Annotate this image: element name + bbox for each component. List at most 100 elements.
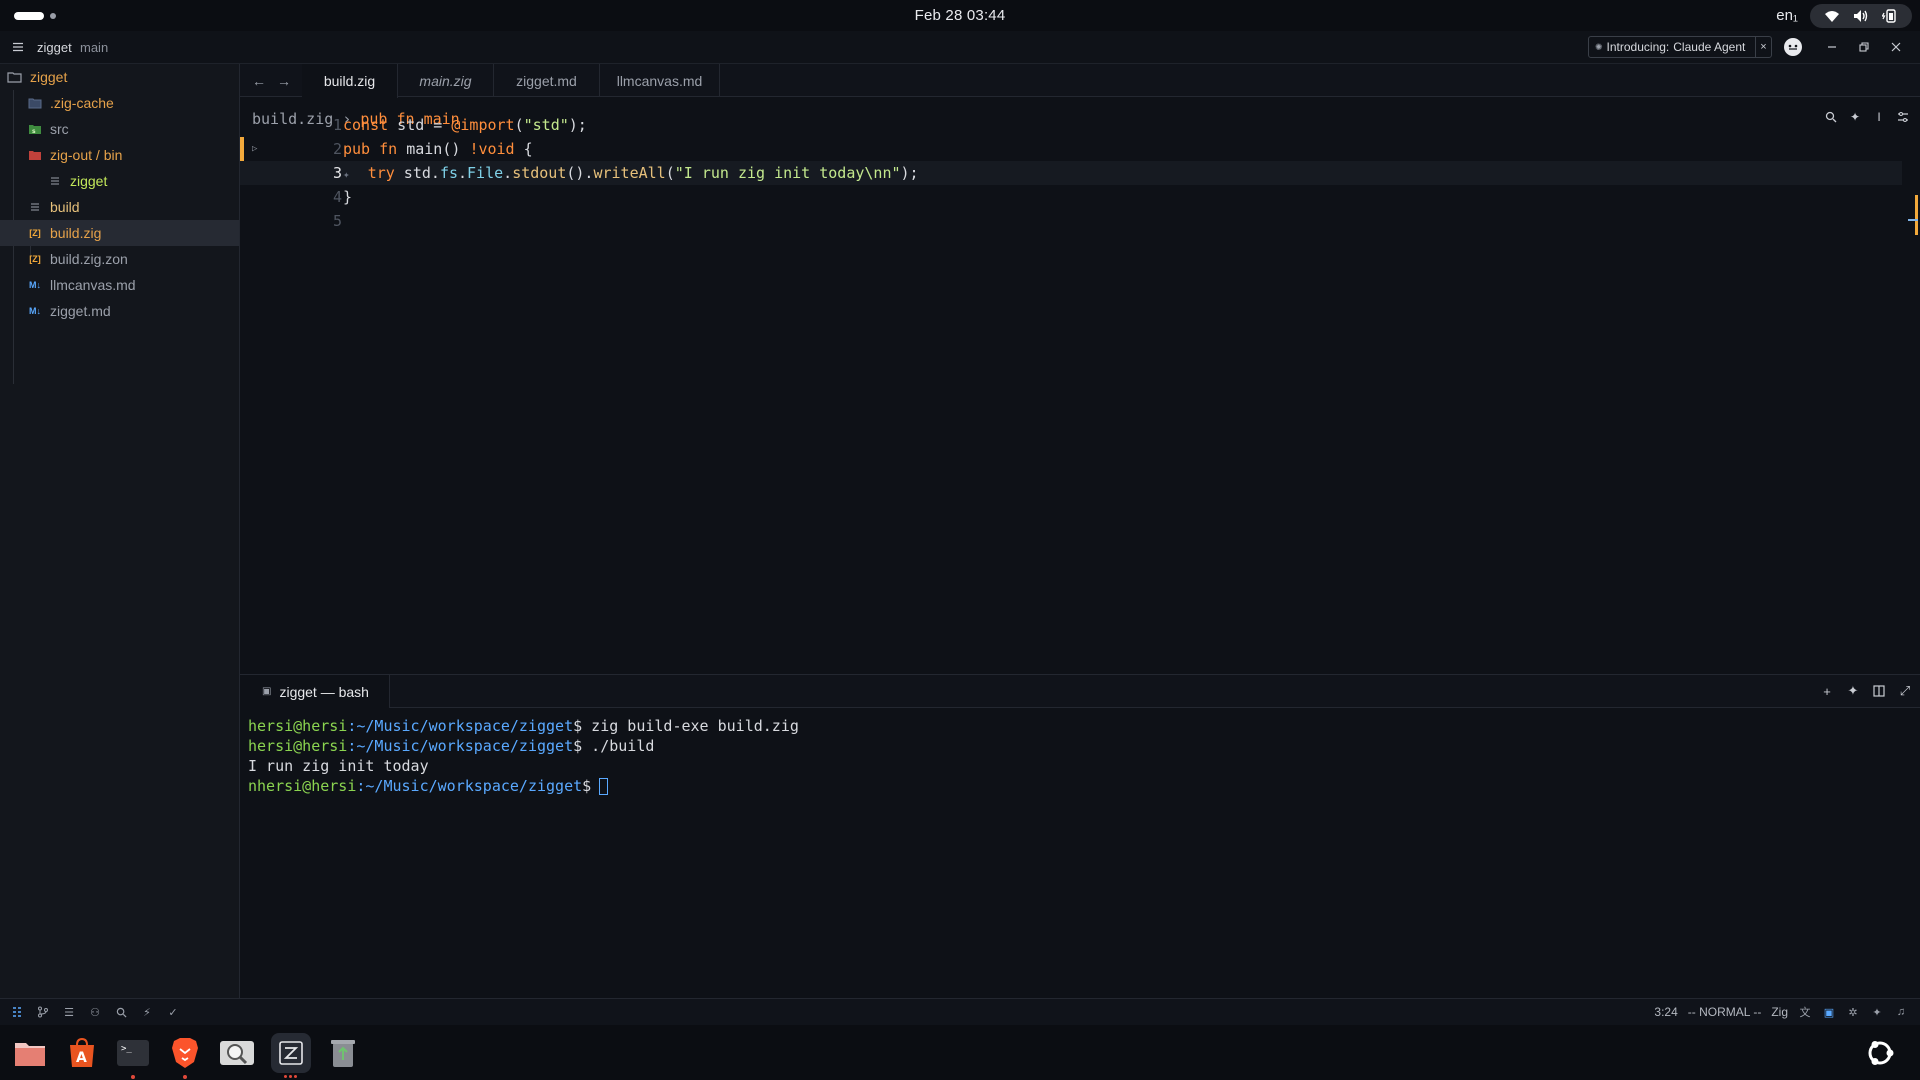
status-left-tools: ☰ ⚇ ⚡ ✓: [10, 1005, 180, 1019]
line-number: 1: [332, 116, 342, 134]
tree-item-src[interactable]: s src: [0, 116, 239, 142]
zed-editor[interactable]: [271, 1033, 311, 1078]
svg-text:A: A: [76, 1050, 87, 1066]
markdown-icon: M↓: [29, 280, 41, 290]
line-number: 2: [332, 140, 342, 158]
plus-icon[interactable]: +: [1820, 684, 1834, 699]
folder-icon: [26, 96, 44, 110]
tree-item-zig-cache[interactable]: .zig-cache: [0, 90, 239, 116]
folder-open-icon: [26, 148, 44, 162]
tree-item-zig-out-bin[interactable]: zig-out / bin: [0, 142, 239, 168]
line-number: 3: [332, 164, 342, 182]
line-number: 5: [332, 212, 342, 230]
editor-scrollbar[interactable]: [1906, 101, 1918, 659]
fold-arrow-icon[interactable]: ▷: [252, 144, 257, 154]
tree-root-zigget[interactable]: zigget: [0, 64, 239, 90]
notice-prefix: Introducing:: [1606, 40, 1670, 54]
input-language[interactable]: en₁: [1776, 7, 1798, 24]
debug-icon[interactable]: ✲: [1846, 1005, 1860, 1019]
trash-icon: [331, 1040, 355, 1067]
tab-build-zig[interactable]: build.zig: [302, 64, 398, 98]
close-window-icon[interactable]: [1888, 39, 1904, 55]
vim-mode: -- NORMAL --: [1687, 1005, 1762, 1019]
zed-app-icon: [279, 1041, 303, 1065]
tab-llmcanvas-md[interactable]: llmcanvas.md: [600, 64, 720, 97]
close-notice-icon[interactable]: ×: [1755, 37, 1771, 57]
brave-lion-icon: [172, 1038, 198, 1068]
collab-icon[interactable]: ⚇: [88, 1005, 102, 1019]
zig-icon: [Z]: [29, 254, 41, 264]
terminal-prompt-line[interactable]: nhersi@hersi:~/Music/workspace/zigget$: [248, 777, 609, 795]
system-top-bar: Feb 28 03:44 en₁: [0, 0, 1920, 31]
search-icon[interactable]: [114, 1005, 128, 1019]
tree-item-label: build.zig.zon: [50, 251, 128, 267]
forward-arrow-icon[interactable]: →: [277, 73, 291, 89]
claude-agent-announcement[interactable]: ✺ Introducing: Claude Agent ×: [1588, 36, 1772, 58]
terminal-app-icon: >_: [117, 1040, 149, 1066]
battery-icon: [1881, 7, 1899, 25]
tree-item-label: build: [50, 199, 80, 215]
back-arrow-icon[interactable]: ←: [252, 73, 266, 89]
wifi-icon: [1823, 7, 1841, 25]
git-branch-icon[interactable]: [36, 1005, 50, 1019]
check-icon[interactable]: ✓: [166, 1005, 180, 1019]
cursor-position[interactable]: 3:24: [1654, 1005, 1677, 1019]
tree-item-build-zig[interactable]: [Z] build.zig: [0, 220, 239, 246]
split-pane-icon[interactable]: [1872, 684, 1886, 698]
avatar[interactable]: [1784, 38, 1802, 56]
code-line-4[interactable]: 4 }: [240, 185, 1902, 209]
ubuntu-logo-icon: [1868, 1041, 1894, 1065]
volume-icon: [1852, 7, 1870, 25]
tree-item-build[interactable]: build: [0, 194, 239, 220]
tree-item-label: .zig-cache: [50, 95, 114, 111]
tree-item-build-zig-zon[interactable]: [Z] build.zig.zon: [0, 246, 239, 272]
minimize-icon[interactable]: [1824, 39, 1840, 55]
maximize-icon[interactable]: ⤢: [1898, 683, 1912, 698]
code-line-2[interactable]: ▷ 2 pub fn main() !void {: [240, 137, 1902, 161]
terminal-line: hersi@hersi:~/Music/workspace/zigget$ ./…: [248, 737, 655, 755]
language-mode[interactable]: Zig: [1771, 1005, 1788, 1019]
app-dock: A >_: [0, 1025, 1920, 1080]
app-center[interactable]: A: [62, 1033, 102, 1073]
running-indicator: [183, 1075, 187, 1079]
trash[interactable]: [323, 1033, 363, 1073]
editor-tab-bar: ← → build.zig main.zig zigget.md llmcanv…: [240, 64, 1920, 98]
hamburger-menu-icon[interactable]: [12, 40, 24, 58]
clock[interactable]: Feb 28 03:44: [0, 7, 1920, 24]
tree-item-label: zig-out / bin: [50, 147, 123, 163]
code-line-1[interactable]: 1 const std = @import("std");: [240, 113, 1902, 137]
tree-item-llmcanvas-md[interactable]: M↓ llmcanvas.md: [0, 272, 239, 298]
code-text: }: [343, 188, 353, 206]
assistant-sparkle-icon[interactable]: ✦: [1870, 1005, 1884, 1019]
branch-name[interactable]: main: [80, 40, 108, 55]
code-line-5[interactable]: 5: [240, 209, 1902, 233]
translate-icon[interactable]: 文: [1798, 1005, 1812, 1019]
status-bar: ☰ ⚇ ⚡ ✓ 3:24 -- NORMAL -- Zig 文 ▣ ✲ ✦ ♫: [0, 998, 1920, 1025]
terminal-app[interactable]: >_: [113, 1033, 153, 1079]
tree-item-zigget-binary[interactable]: zigget: [0, 168, 239, 194]
project-panel-icon[interactable]: [10, 1005, 24, 1019]
notification-bell-icon[interactable]: ♫: [1894, 1005, 1908, 1019]
terminal-tab[interactable]: ▣ zigget — bash: [240, 675, 390, 708]
brave-browser[interactable]: [165, 1033, 205, 1079]
tree-item-zigget-md[interactable]: M↓ zigget.md: [0, 298, 239, 324]
panel-toggle-icon[interactable]: ▣: [1822, 1005, 1836, 1019]
image-viewer[interactable]: [217, 1033, 257, 1073]
code-line-3[interactable]: 3 ✦ try std.fs.File.stdout().writeAll("I…: [240, 161, 1902, 185]
system-tray[interactable]: [1810, 4, 1912, 28]
tab-zigget-md[interactable]: zigget.md: [494, 64, 600, 97]
show-apps[interactable]: [1860, 1033, 1900, 1073]
tree-item-label: zigget.md: [50, 303, 111, 319]
folder-open-icon: [6, 70, 24, 84]
assistant-sparkle-icon[interactable]: ✦: [1846, 683, 1860, 698]
files-app[interactable]: [10, 1033, 50, 1073]
outline-icon[interactable]: ☰: [62, 1005, 76, 1019]
restore-icon[interactable]: [1856, 39, 1872, 55]
diagnostics-icon[interactable]: ⚡: [140, 1005, 154, 1019]
terminal-line: hersi@hersi:~/Music/workspace/zigget$ zi…: [248, 717, 799, 735]
status-right: 3:24 -- NORMAL -- Zig 文 ▣ ✲ ✦ ♫: [1654, 1005, 1908, 1019]
tab-main-zig[interactable]: main.zig: [398, 64, 494, 97]
folder-src-icon: s: [26, 122, 44, 136]
code-text: const std = @import("std");: [343, 116, 587, 134]
project-name[interactable]: zigget: [37, 40, 72, 55]
